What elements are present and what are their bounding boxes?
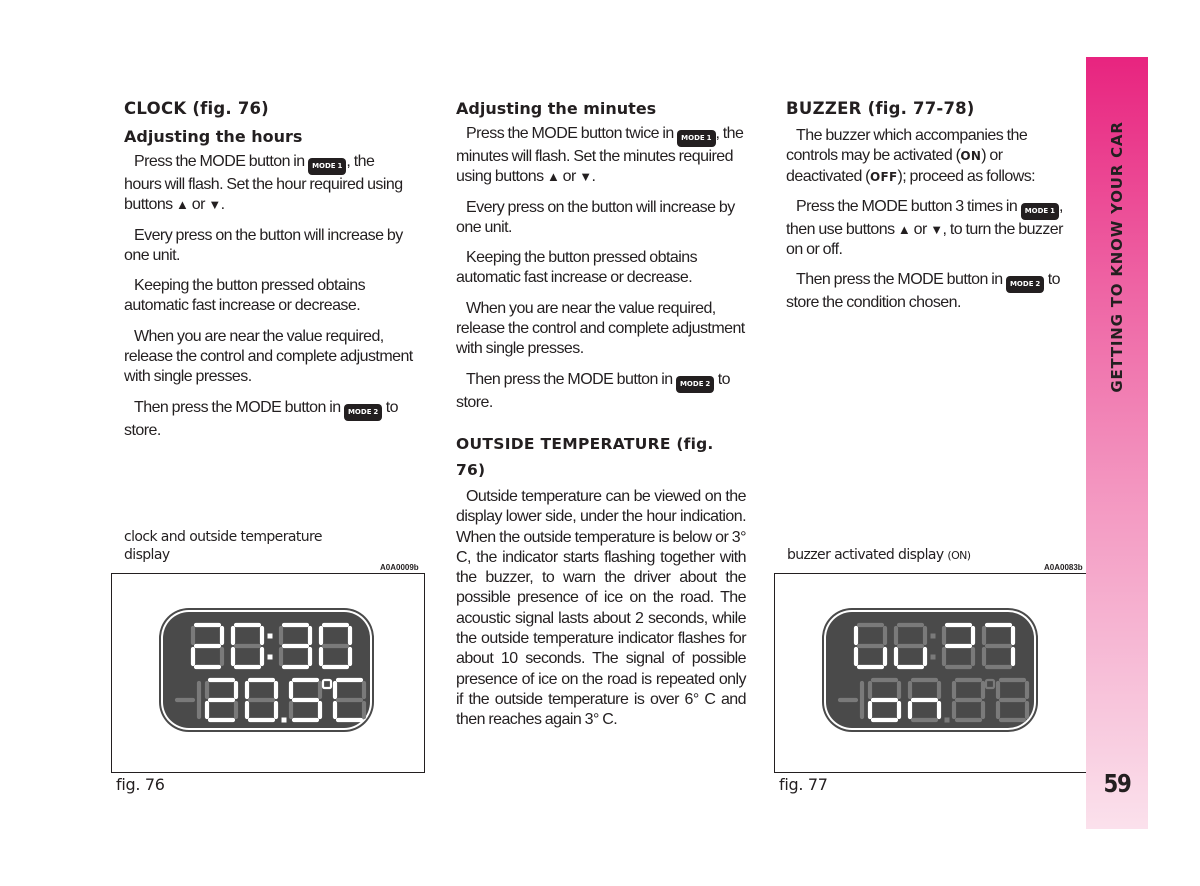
- fig77-caption: buzzer activated display (ON): [787, 547, 971, 563]
- hours-paragraph-1: Press the MODE button in MODE 1, the hou…: [124, 153, 403, 214]
- chapter-side-tab: GETTING TO KNOW YOUR CAR 59: [1086, 57, 1148, 829]
- colon-dot-upper: [930, 633, 936, 639]
- hours-paragraph-4: When you are near the value required, re…: [124, 327, 413, 386]
- buzzer-paragraph-3: Then press the MODE button in MODE 2 to …: [786, 271, 1061, 312]
- fig77-lcd-display: [826, 612, 1034, 728]
- hours-paragraph-2: Every press on the button will increase …: [124, 226, 403, 264]
- off-label: OFF: [869, 169, 898, 184]
- buzzer-paragraph-2: Press the MODE button 3 times in MODE 1,…: [786, 197, 1064, 259]
- fig77-code: A0A0083b: [1044, 563, 1083, 572]
- fig76-code: A0A0009b: [380, 563, 419, 572]
- clock-heading-title: CLOCK: [124, 99, 187, 118]
- hours-paragraph-5: Then press the MODE button in MODE 2 to …: [124, 398, 399, 439]
- degree-symbol: [984, 678, 996, 690]
- fig77-label: fig. 77: [779, 775, 828, 794]
- mode1-button-icon: MODE 1: [677, 130, 716, 147]
- down-arrow-icon: ▼: [579, 169, 592, 185]
- fig77-frame: [774, 573, 1087, 773]
- minutes-paragraph-1: Press the MODE button twice in MODE 1, t…: [456, 125, 744, 186]
- down-arrow-icon: ▼: [208, 197, 221, 213]
- colon-dot-lower: [267, 654, 273, 660]
- fig76-lcd-display: [163, 612, 370, 728]
- fig77-lcd-segments: [837, 622, 1030, 723]
- clock-heading: CLOCK (fig. 76): [124, 96, 414, 122]
- colon-dot-upper: [267, 633, 273, 639]
- clock-column: CLOCK (fig. 76) Adjusting the hours Pres…: [124, 96, 414, 451]
- degree-symbol: [321, 678, 333, 690]
- mode2-button-icon: MODE 2: [1005, 276, 1045, 294]
- clock-heading-ref: (fig. 76): [192, 99, 269, 118]
- buzzer-column: BUZZER (fig. 77-78) The buzzer which acc…: [786, 96, 1076, 324]
- minutes-paragraph-5: Then press the MODE button in MODE 2 to …: [456, 370, 731, 411]
- fig77-caption-tag: (ON): [947, 549, 971, 562]
- colon-dot-lower: [930, 654, 936, 660]
- fig76-label: fig. 76: [116, 775, 165, 794]
- outside-temperature-paragraph: Outside temperature can be viewed on the…: [456, 487, 747, 729]
- minutes-paragraph-2: Every press on the button will increase …: [456, 198, 735, 236]
- decimal-point: [944, 717, 950, 723]
- outside-temperature-title: OUTSIDE TEMPERATURE: [456, 434, 671, 453]
- down-arrow-icon: ▼: [930, 221, 943, 237]
- fig76-caption: clock and outside temperature display: [124, 529, 322, 563]
- page-number: 59: [1103, 769, 1131, 798]
- fig76-lcd-segments: [174, 622, 367, 723]
- hours-paragraph-3: Keeping the button pressed obtains autom…: [124, 277, 366, 315]
- minutes-paragraph-3: Keeping the button pressed obtains autom…: [456, 249, 698, 287]
- up-arrow-icon: ▲: [897, 221, 911, 237]
- decimal-point: [281, 717, 287, 723]
- up-arrow-icon: ▲: [176, 197, 189, 213]
- mode2-button-icon: MODE 2: [675, 375, 715, 393]
- mode2-button-icon: MODE 2: [343, 403, 383, 421]
- mode1-button-icon: MODE 1: [1020, 202, 1060, 220]
- adjusting-hours-heading: Adjusting the hours: [124, 127, 303, 146]
- buzzer-heading-title: BUZZER: [786, 99, 862, 118]
- buzzer-paragraph-1: The buzzer which accompanies the control…: [786, 127, 1036, 185]
- buzzer-heading-ref: (fig. 77-78): [867, 99, 975, 118]
- buzzer-heading: BUZZER (fig. 77-78): [786, 96, 1076, 122]
- up-arrow-icon: ▲: [546, 169, 560, 185]
- fig76-frame: [111, 573, 425, 773]
- minutes-column: Adjusting the minutes Press the MODE but…: [456, 96, 747, 741]
- on-label: ON: [960, 149, 982, 164]
- outside-temperature-heading: OUTSIDE TEMPERATURE (fig. 76): [456, 431, 746, 483]
- chapter-title: GETTING TO KNOW YOUR CAR: [1108, 121, 1126, 393]
- mode1-button-icon: MODE 1: [308, 158, 347, 175]
- minutes-paragraph-4: When you are near the value required, re…: [456, 299, 745, 358]
- adjusting-minutes-heading: Adjusting the minutes: [456, 99, 657, 118]
